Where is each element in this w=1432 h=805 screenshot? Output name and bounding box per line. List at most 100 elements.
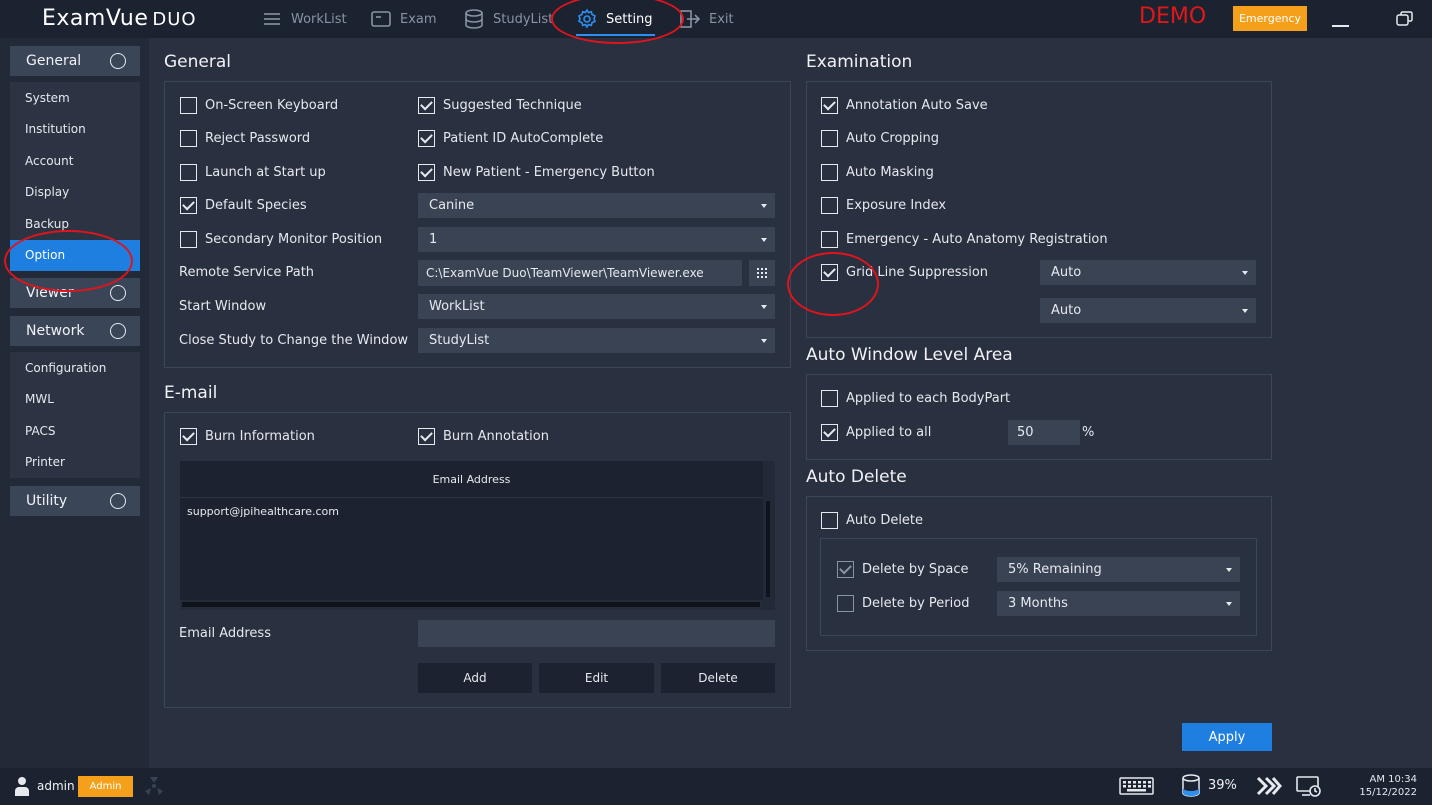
clock: AM 10:34 15/12/2022 xyxy=(1359,774,1417,798)
applied-to-all-input[interactable]: 50 xyxy=(1008,420,1080,445)
email-delete-button[interactable]: Delete xyxy=(661,663,775,693)
start-window-select[interactable]: WorkList xyxy=(418,294,775,319)
sidebar-item-system[interactable]: System xyxy=(10,82,140,114)
browse-button[interactable] xyxy=(749,260,775,286)
section-title-auto-window: Auto Window Level Area xyxy=(806,345,1013,365)
burn-information-checkbox[interactable]: Burn Information xyxy=(180,426,315,446)
sidebar: General System Institution Account Displ… xyxy=(0,38,149,768)
table-row[interactable]: support@jpihealthcare.com xyxy=(187,505,339,518)
auto-delete-checkbox[interactable]: Auto Delete xyxy=(821,510,923,530)
section-title-examination: Examination xyxy=(806,52,913,72)
applied-each-bodypart-checkbox[interactable]: Applied to each BodyPart xyxy=(821,388,1010,408)
caret-down-icon xyxy=(761,204,767,208)
email-table-header: Email Address xyxy=(180,461,763,498)
sidebar-section-viewer[interactable]: Viewer xyxy=(10,278,140,308)
user-name: admin xyxy=(37,779,75,793)
patient-id-autocomplete-checkbox[interactable]: Patient ID AutoComplete xyxy=(418,128,603,148)
disk-usage: 39% xyxy=(1208,778,1237,793)
general-panel xyxy=(164,81,791,368)
exit-icon xyxy=(680,10,701,28)
app-logo: ExamVue DUO xyxy=(42,6,197,31)
grid-dots-icon xyxy=(757,268,767,278)
close-study-select[interactable]: StudyList xyxy=(418,328,775,353)
sidebar-general-list: System Institution Account Display Backu… xyxy=(10,82,140,271)
email-address-input[interactable] xyxy=(418,620,775,647)
apply-button[interactable]: Apply xyxy=(1182,723,1272,751)
nav-worklist[interactable]: WorkList xyxy=(261,0,347,38)
vertical-scroll-thumb[interactable] xyxy=(766,501,770,597)
exposure-index-checkbox[interactable]: Exposure Index xyxy=(821,195,946,215)
remote-display-icon[interactable] xyxy=(1296,776,1322,798)
default-species-select[interactable]: Canine xyxy=(418,193,775,218)
delete-by-space-checkbox[interactable]: Delete by Space xyxy=(837,559,969,579)
auto-cropping-checkbox[interactable]: Auto Cropping xyxy=(821,128,939,148)
sidebar-section-network[interactable]: Network xyxy=(10,316,140,346)
sidebar-section-utility[interactable]: Utility xyxy=(10,486,140,516)
nav-studylist[interactable]: StudyList xyxy=(463,0,553,38)
nav-exit[interactable]: Exit xyxy=(679,0,734,38)
emergency-button[interactable]: Emergency xyxy=(1233,6,1307,31)
exam-icon xyxy=(371,11,391,27)
section-title-email: E-mail xyxy=(164,383,218,403)
sidebar-item-option[interactable]: Option xyxy=(10,239,140,271)
nav-exam[interactable]: Exam xyxy=(370,0,437,38)
grid-suppression-select-1[interactable]: Auto xyxy=(1040,260,1256,285)
sidebar-item-printer[interactable]: Printer xyxy=(10,447,140,479)
chevron-up-icon xyxy=(110,53,126,69)
delete-by-period-checkbox[interactable]: Delete by Period xyxy=(837,593,969,613)
keyboard-icon[interactable] xyxy=(1119,777,1154,795)
nav-setting[interactable]: Setting xyxy=(576,0,655,38)
reject-password-checkbox[interactable]: Reject Password xyxy=(180,128,310,148)
auto-delete-sub-panel xyxy=(820,538,1257,636)
sidebar-item-configuration[interactable]: Configuration xyxy=(10,352,140,384)
caret-down-icon xyxy=(761,339,767,343)
sidebar-item-institution[interactable]: Institution xyxy=(10,114,140,146)
grid-line-suppression-checkbox[interactable]: Grid Line Suppression xyxy=(821,262,988,282)
email-add-button[interactable]: Add xyxy=(418,663,532,693)
emergency-auto-anatomy-checkbox[interactable]: Emergency - Auto Anatomy Registration xyxy=(821,229,1108,249)
default-species-checkbox[interactable]: Default Species xyxy=(180,195,307,215)
caret-down-icon xyxy=(761,238,767,242)
sidebar-item-account[interactable]: Account xyxy=(10,145,140,177)
restore-window-icon[interactable] xyxy=(1396,11,1413,26)
sidebar-item-pacs[interactable]: PACS xyxy=(10,415,140,447)
sidebar-item-display[interactable]: Display xyxy=(10,177,140,209)
remote-service-path-input[interactable]: C:\ExamVue Duo\TeamViewer\TeamViewer.exe xyxy=(418,260,742,286)
delete-by-period-select[interactable]: 3 Months xyxy=(997,591,1240,616)
annotation-auto-save-checkbox[interactable]: Annotation Auto Save xyxy=(821,95,988,115)
caret-down-icon xyxy=(1242,271,1248,275)
fast-forward-icon[interactable] xyxy=(1256,776,1282,796)
remote-service-path-label: Remote Service Path xyxy=(179,264,315,280)
role-badge: Admin xyxy=(78,776,133,797)
sidebar-item-backup[interactable]: Backup xyxy=(10,208,140,240)
sidebar-item-mwl[interactable]: MWL xyxy=(10,384,140,416)
auto-masking-checkbox[interactable]: Auto Masking xyxy=(821,162,934,182)
sidebar-network-list: Configuration MWL PACS Printer xyxy=(10,352,140,478)
percent-unit: % xyxy=(1082,424,1095,440)
sidebar-section-general[interactable]: General xyxy=(10,46,140,76)
secondary-monitor-select[interactable]: 1 xyxy=(418,227,775,252)
applied-to-all-checkbox[interactable]: Applied to all xyxy=(821,422,931,442)
secondary-monitor-checkbox[interactable]: Secondary Monitor Position xyxy=(180,229,382,249)
section-title-auto-delete: Auto Delete xyxy=(806,467,907,487)
email-edit-button[interactable]: Edit xyxy=(539,663,654,693)
demo-label: DEMO xyxy=(1139,4,1207,29)
gear-icon xyxy=(577,8,597,29)
email-address-label: Email Address xyxy=(179,625,271,641)
caret-down-icon xyxy=(1242,309,1248,313)
horizontal-scroll-thumb[interactable] xyxy=(182,602,760,607)
email-table: Email Address support@jpihealthcare.com xyxy=(180,461,775,610)
database-icon xyxy=(465,9,483,29)
grid-suppression-select-2[interactable]: Auto xyxy=(1040,298,1256,323)
launch-at-startup-checkbox[interactable]: Launch at Start up xyxy=(180,162,326,182)
delete-by-space-select[interactable]: 5% Remaining xyxy=(997,557,1240,582)
section-title-general: General xyxy=(164,52,231,72)
minimize-button[interactable] xyxy=(1332,25,1349,27)
status-bar: admin Admin 39% AM 10:34 15/12/2022 xyxy=(0,768,1432,805)
on-screen-keyboard-checkbox[interactable]: On-Screen Keyboard xyxy=(180,95,338,115)
disk-icon xyxy=(1182,774,1200,797)
burn-annotation-checkbox[interactable]: Burn Annotation xyxy=(418,426,549,446)
new-patient-emergency-checkbox[interactable]: New Patient - Emergency Button xyxy=(418,162,655,182)
suggested-technique-checkbox[interactable]: Suggested Technique xyxy=(418,95,582,115)
chevron-down-icon xyxy=(110,285,126,301)
